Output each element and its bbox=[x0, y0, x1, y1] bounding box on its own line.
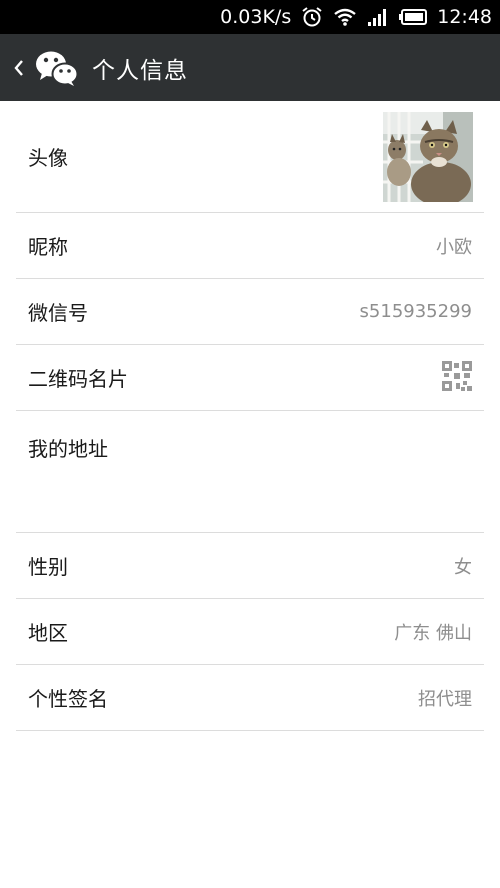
row-signature[interactable]: 个性签名 招代理 bbox=[16, 665, 484, 731]
avatar-label: 头像 bbox=[28, 146, 68, 170]
gender-value: 女 bbox=[454, 556, 472, 578]
wifi-icon bbox=[333, 5, 357, 29]
alarm-icon bbox=[301, 5, 323, 29]
signal-icon bbox=[367, 5, 389, 29]
row-qr-card[interactable]: 二维码名片 bbox=[16, 345, 484, 411]
signature-value: 招代理 bbox=[418, 688, 472, 710]
row-avatar[interactable]: 头像 bbox=[16, 101, 484, 213]
row-wechat-id[interactable]: 微信号 s515935299 bbox=[16, 279, 484, 345]
clock: 12:48 bbox=[437, 6, 492, 28]
wechat-id-value: s515935299 bbox=[359, 301, 472, 322]
back-button[interactable] bbox=[4, 34, 34, 101]
row-address[interactable]: 我的地址 bbox=[16, 411, 484, 533]
qr-card-label: 二维码名片 bbox=[28, 367, 128, 391]
nickname-value: 小欧 bbox=[436, 236, 472, 258]
avatar bbox=[383, 111, 473, 206]
gender-label: 性别 bbox=[28, 555, 68, 579]
page-title: 个人信息 bbox=[92, 57, 188, 84]
title-bar: 个人信息 bbox=[0, 34, 500, 101]
row-gender[interactable]: 性别 女 bbox=[16, 533, 484, 599]
address-label: 我的地址 bbox=[28, 437, 108, 461]
row-nickname[interactable]: 昵称 小欧 bbox=[16, 213, 484, 279]
chevron-left-icon bbox=[14, 59, 23, 76]
battery-icon bbox=[399, 5, 428, 29]
wechat-id-label: 微信号 bbox=[28, 301, 88, 325]
qr-code-icon bbox=[442, 360, 472, 395]
nickname-label: 昵称 bbox=[28, 235, 68, 259]
signature-label: 个性签名 bbox=[28, 687, 108, 711]
region-label: 地区 bbox=[28, 621, 68, 645]
region-value: 广东 佛山 bbox=[394, 622, 472, 644]
profile-list: 头像 昵称 小欧 微信号 s515935299 二维码名片 我的地址 性别 女 … bbox=[16, 101, 484, 731]
wechat-logo-icon bbox=[34, 45, 80, 91]
status-bar: 0.03K/s 12:48 bbox=[0, 0, 500, 34]
row-region[interactable]: 地区 广东 佛山 bbox=[16, 599, 484, 665]
network-speed: 0.03K/s bbox=[220, 6, 292, 28]
